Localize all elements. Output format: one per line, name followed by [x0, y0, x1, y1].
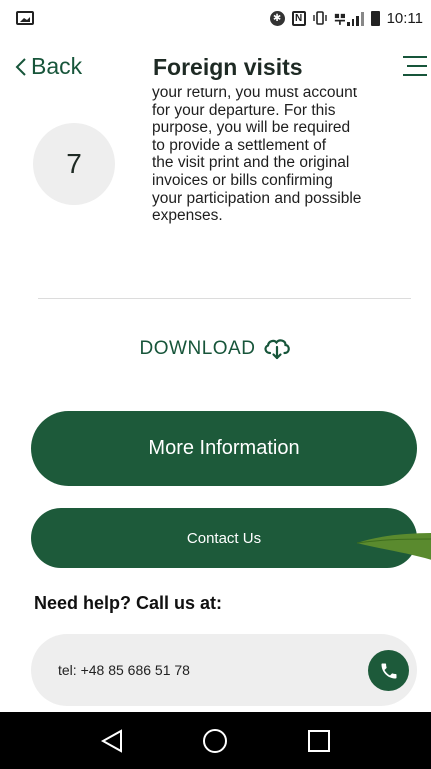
system-navigation-bar	[0, 712, 431, 769]
call-button[interactable]	[368, 650, 409, 691]
back-button[interactable]: Back	[15, 53, 82, 80]
nfc-icon: N	[291, 10, 306, 26]
phone-icon	[381, 663, 396, 678]
download-label: DOWNLOAD	[139, 338, 256, 359]
status-bar: ✱ N 10:11	[0, 0, 431, 36]
vibrate-icon	[312, 11, 327, 25]
app-header: Back Foreign visits	[0, 50, 431, 86]
nav-back-button[interactable]	[92, 721, 132, 761]
divider	[38, 298, 411, 299]
battery-icon	[370, 10, 380, 26]
more-information-button[interactable]: More Information	[31, 411, 417, 486]
chevron-left-icon	[15, 57, 26, 76]
download-link[interactable]: DOWNLOAD	[0, 338, 431, 360]
triangle-back-icon	[100, 728, 122, 753]
menu-icon	[403, 56, 427, 58]
back-label: Back	[31, 53, 83, 79]
square-recents-icon	[308, 729, 331, 752]
clock: 10:11	[386, 9, 423, 27]
menu-icon-line	[403, 74, 427, 76]
screen: ✱ N 10:11 Back Foreign visits 7 your ret…	[0, 0, 431, 769]
status-icons: ✱ N 10:11	[269, 9, 423, 27]
phone-number[interactable]: tel: +48 85 686 51 78	[58, 662, 190, 678]
signal-icon	[334, 11, 364, 26]
circle-home-icon	[203, 728, 228, 753]
menu-button[interactable]	[401, 56, 427, 78]
bluetooth-icon: ✱	[269, 10, 285, 26]
page-title: Foreign visits	[153, 54, 303, 80]
step-description: your return, you must account for your d…	[152, 88, 362, 225]
image-notification-icon	[16, 11, 34, 25]
nav-recents-button[interactable]	[299, 721, 339, 761]
step-number-badge: 7	[33, 123, 115, 205]
nav-home-button[interactable]	[195, 721, 235, 761]
cloud-download-icon	[264, 339, 291, 360]
help-heading: Need help? Call us at:	[34, 593, 223, 613]
leaf-decoration-icon	[356, 533, 431, 560]
step-text-container: your return, you must account for your d…	[152, 88, 417, 260]
menu-icon-line	[407, 65, 427, 67]
phone-contact-card: tel: +48 85 686 51 78	[31, 634, 417, 706]
